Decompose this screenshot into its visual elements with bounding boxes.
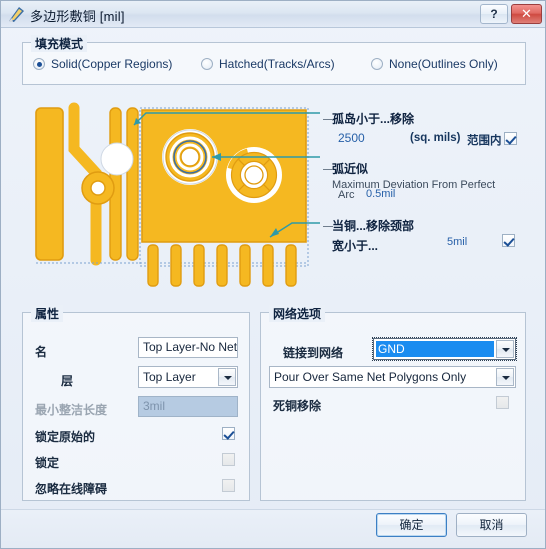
fill-mode-title: 填充模式: [31, 35, 88, 52]
pour-mode-value: Pour Over Same Net Polygons Only: [274, 370, 467, 384]
leader-line-arc: [323, 169, 333, 170]
connect-to-net-value: GND: [376, 341, 494, 357]
ok-button[interactable]: 确定: [376, 513, 447, 537]
radio-solid-indicator: [33, 58, 45, 70]
min-prim-length-input: 3mil: [138, 396, 238, 417]
islands-title: 孤岛小于...移除: [332, 112, 415, 126]
window-title: 多边形敷铜 [mil]: [30, 9, 125, 24]
necks-label: 宽小于...: [332, 239, 379, 253]
annotation-remove-necks: 当铜...移除颈部 宽小于...: [323, 217, 415, 254]
pcb-preview-illustration: [35, 102, 320, 287]
chevron-down-icon[interactable]: [496, 340, 514, 358]
remove-dead-copper-checkbox[interactable]: [496, 396, 509, 409]
chevron-down-icon[interactable]: [218, 368, 236, 386]
leader-line-islands: [323, 119, 333, 120]
close-button[interactable]: ✕: [511, 4, 542, 24]
leader-line-necks: [323, 226, 333, 227]
properties-group: 属性 名 Top Layer-No Net 层 Top Layer 最小整洁长度…: [22, 305, 250, 501]
radio-none-indicator: [371, 58, 383, 70]
necks-checkbox[interactable]: [502, 234, 515, 247]
arc-approx-title: 弧近似: [332, 162, 369, 176]
polygon-pour-dialog: 多边形敷铜 [mil] ? ✕ 填充模式 Solid(Copper Region…: [0, 0, 546, 549]
lock-primitives-label: 锁定原始的: [35, 430, 96, 444]
radio-none-outlines-only[interactable]: None(Outlines Only): [371, 57, 498, 71]
layer-label: 层: [61, 374, 74, 388]
arc-approx-description: Maximum Deviation From Perfect: [332, 179, 496, 191]
islands-unit-label: (sq. mils): [410, 132, 461, 144]
radio-hatched-indicator: [201, 58, 213, 70]
layer-combobox-value: Top Layer: [143, 370, 196, 384]
necks-title: 当铜...移除颈部: [332, 219, 415, 233]
net-options-title: 网络选项: [269, 305, 326, 322]
annotation-remove-islands: 孤岛小于...移除: [323, 110, 415, 127]
radio-hatched-tracks-arcs[interactable]: Hatched(Tracks/Arcs): [201, 57, 335, 71]
necks-value[interactable]: 5mil: [447, 236, 467, 248]
radio-none-label: None(Outlines Only): [389, 57, 498, 71]
help-button[interactable]: ?: [480, 4, 508, 24]
remove-dead-copper-label: 死铜移除: [273, 399, 322, 413]
ignore-violations-checkbox[interactable]: [222, 479, 235, 492]
pour-mode-combobox[interactable]: Pour Over Same Net Polygons Only: [269, 366, 516, 388]
locked-label: 锁定: [35, 456, 60, 470]
radio-hatched-label: Hatched(Tracks/Arcs): [219, 57, 335, 71]
locked-checkbox[interactable]: [222, 453, 235, 466]
fill-mode-group: 填充模式 Solid(Copper Regions) Hatched(Track…: [22, 35, 526, 85]
min-prim-length-label: 最小整洁长度: [35, 403, 108, 417]
annotation-arc-approximation: 弧近似 Maximum Deviation From Perfect: [323, 160, 496, 192]
arc-approx-value[interactable]: 0.5mil: [366, 188, 395, 200]
properties-title: 属性: [31, 305, 64, 322]
arc-approx-arc-label: Arc: [338, 189, 355, 201]
net-options-group: 网络选项 链接到网络 GND Pour Over Same Net Polygo…: [260, 305, 526, 501]
islands-scope-label: 范围内: [467, 135, 502, 147]
connect-to-net-combobox[interactable]: GND: [372, 337, 517, 361]
islands-scope-checkbox[interactable]: [504, 132, 517, 145]
chevron-down-icon[interactable]: [496, 368, 514, 386]
name-input[interactable]: Top Layer-No Net: [138, 337, 238, 358]
islands-value[interactable]: 2500: [338, 131, 365, 145]
radio-solid-label: Solid(Copper Regions): [51, 57, 173, 71]
layer-combobox[interactable]: Top Layer: [138, 366, 238, 388]
polygon-pour-icon: [9, 7, 24, 22]
cancel-button[interactable]: 取消: [456, 513, 527, 537]
title-bar: 多边形敷铜 [mil] ? ✕: [1, 1, 545, 28]
lock-primitives-checkbox[interactable]: [222, 427, 235, 440]
name-label: 名: [35, 345, 48, 359]
ignore-violations-label: 忽略在线障碍: [35, 482, 108, 496]
radio-solid-copper-regions[interactable]: Solid(Copper Regions): [33, 57, 172, 71]
connect-to-net-label: 链接到网络: [283, 346, 344, 360]
